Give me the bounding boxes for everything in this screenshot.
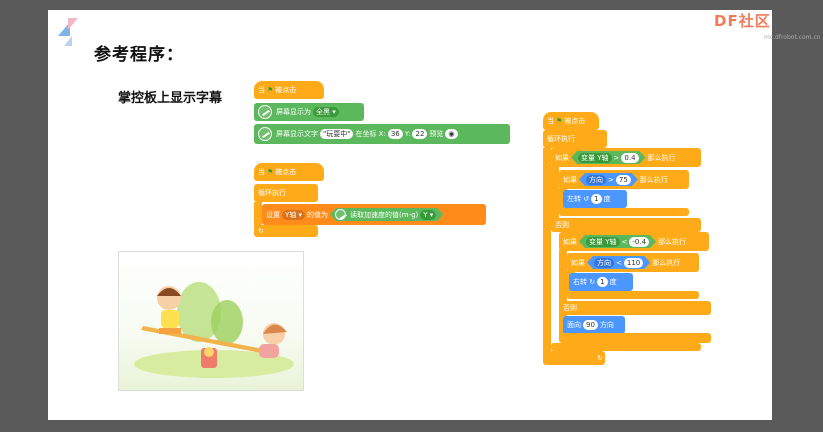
x-input[interactable]: 36 bbox=[387, 129, 403, 139]
turn-right-block[interactable]: 右转 ↻ 1 度 bbox=[569, 273, 633, 291]
if-end bbox=[559, 208, 689, 216]
rotate-left-icon: ↺ bbox=[581, 195, 590, 203]
decor-triangle bbox=[68, 18, 78, 30]
if-block[interactable]: 如果 变量 Y轴 >0.4 那么执行 bbox=[551, 148, 701, 167]
loop-arrow-icon: ↻ bbox=[258, 227, 264, 235]
forever-loop[interactable]: 循环执行 bbox=[254, 184, 318, 202]
left-backdrop bbox=[0, 0, 48, 432]
text-input[interactable]: "玩耍中" bbox=[320, 129, 354, 139]
if-block[interactable]: 如果 方向 >75 那么执行 bbox=[559, 170, 689, 189]
if-block[interactable]: 如果 方向 <110 那么执行 bbox=[567, 253, 699, 272]
seesaw-drawing bbox=[134, 282, 294, 378]
when-clicked-hat[interactable]: 当 ⚑ 被点击 bbox=[254, 163, 324, 181]
point-direction-block[interactable]: 面向 90 方向 bbox=[563, 316, 625, 334]
green-flag-icon: ⚑ bbox=[556, 117, 563, 125]
else-label: 否则 bbox=[551, 218, 701, 232]
if-arm bbox=[551, 166, 559, 220]
decor-triangle bbox=[64, 36, 72, 46]
seesaw-illustration bbox=[118, 251, 304, 391]
loop-arm bbox=[543, 148, 551, 356]
screen-fill-block[interactable]: 屏幕显示为 全黑 ▾ bbox=[254, 103, 364, 121]
loop-arrow-icon: ↻ bbox=[597, 354, 603, 362]
compare-reporter[interactable]: 变量 Y轴 < -0.4 bbox=[579, 235, 656, 248]
when-clicked-hat[interactable]: 当 ⚑ 被点击 bbox=[254, 81, 324, 99]
section-subtitle: 掌控板上显示字幕 bbox=[118, 91, 223, 106]
page-title: 参考程序： bbox=[94, 45, 184, 65]
eye-icon[interactable]: ◉ bbox=[445, 129, 458, 139]
if-end bbox=[559, 333, 711, 343]
green-flag-icon: ⚑ bbox=[267, 168, 274, 176]
compare-reporter[interactable]: 变量 Y轴 >0.4 bbox=[571, 151, 646, 164]
axis-dropdown[interactable]: Y ▾ bbox=[420, 210, 436, 220]
screen-text-block[interactable]: 屏幕显示文字 "玩耍中" 在坐标 X: 36 Y: 22 预览 ◉ bbox=[254, 124, 510, 144]
when-clicked-hat[interactable]: 当 ⚑ 被点击 bbox=[543, 112, 599, 130]
accel-reporter[interactable]: 读取加速度的值(m-g) Y ▾ bbox=[330, 208, 443, 221]
loop-end: ↻ bbox=[254, 225, 318, 237]
if-end bbox=[551, 343, 701, 351]
if-block[interactable]: 如果 变量 Y轴 < -0.4 那么执行 bbox=[559, 232, 709, 251]
rotate-right-icon: ↻ bbox=[587, 278, 596, 286]
forever-loop[interactable]: 循环执行 bbox=[543, 130, 607, 148]
set-variable-block[interactable]: 设置 Y轴 ▾ 的值为 读取加速度的值(m-g) Y ▾ bbox=[262, 204, 486, 225]
variable-dropdown[interactable]: Y轴 ▾ bbox=[282, 209, 306, 220]
direction-compare[interactable]: 方向 <110 bbox=[587, 256, 650, 269]
else-label: 否则 bbox=[559, 301, 711, 315]
pen-icon bbox=[335, 209, 346, 220]
fill-dropdown[interactable]: 全黑 ▾ bbox=[313, 107, 339, 117]
loop-end: ↻ bbox=[543, 351, 605, 365]
y-input[interactable]: 22 bbox=[412, 129, 428, 139]
brand-url: mc.dfrobot.com.cn bbox=[764, 34, 821, 41]
pen-icon bbox=[258, 105, 272, 119]
turn-left-block[interactable]: 左转 ↺ 1 度 bbox=[563, 190, 627, 208]
green-flag-icon: ⚑ bbox=[267, 86, 274, 94]
brand-logo: DF社区 bbox=[714, 12, 771, 30]
direction-compare[interactable]: 方向 >75 bbox=[579, 173, 638, 186]
loop-arm bbox=[254, 202, 262, 226]
if-end bbox=[567, 291, 699, 299]
pen-icon bbox=[258, 127, 272, 141]
